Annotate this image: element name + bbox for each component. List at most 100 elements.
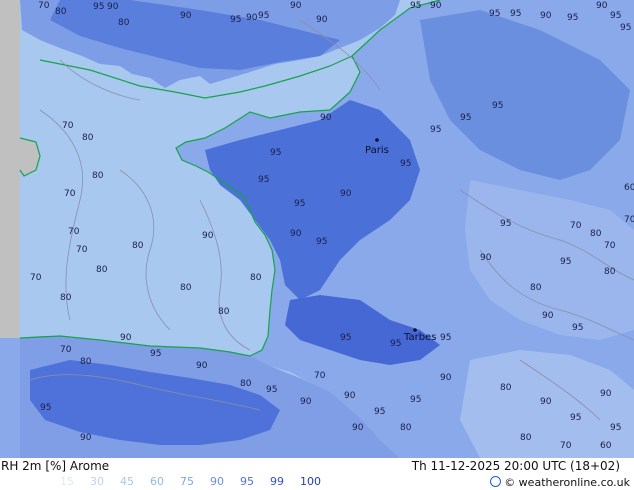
city-dot-paris <box>375 138 379 142</box>
contour-label: 95 <box>258 175 269 185</box>
contour-label: 95 <box>570 413 581 423</box>
contour-label: 80 <box>500 383 512 393</box>
contour-label: 90 <box>316 15 328 25</box>
contour-label: 95 <box>40 403 51 413</box>
map-footer: RH 2m [%] Arome Th 11-12-2025 20:00 UTC … <box>0 458 634 490</box>
contour-label: 70 <box>76 245 88 255</box>
contour-label: 90 <box>107 2 119 12</box>
legend-value-90: 90 <box>210 475 224 488</box>
contour-label: 95 <box>510 9 521 19</box>
site-credit-text: © weatheronline.co.uk <box>504 476 630 489</box>
contour-label: 70 <box>62 121 74 131</box>
contour-label: 95 <box>492 101 503 111</box>
legend-value-75: 75 <box>180 475 194 488</box>
contour-label: 95 <box>610 423 621 433</box>
contour-label: 95 <box>294 199 305 209</box>
valid-time: Th 11-12-2025 20:00 UTC (18+02) <box>411 459 620 473</box>
contour-label: 95 <box>567 13 578 23</box>
contour-label: 80 <box>82 133 94 143</box>
contour-label: 95 <box>460 113 471 123</box>
contour-label: 95 <box>390 339 401 349</box>
contour-label: 95 <box>150 349 161 359</box>
contour-label: 90 <box>340 189 352 199</box>
contour-label: 95 <box>440 333 451 343</box>
contour-label: 90 <box>344 391 356 401</box>
legend-value-99: 99 <box>270 475 284 488</box>
contour-label: 80 <box>118 18 130 28</box>
contour-label: 60 <box>600 441 612 451</box>
contour-label: 80 <box>60 293 72 303</box>
contour-label: 90 <box>542 311 554 321</box>
contour-label: 95 <box>410 1 421 11</box>
contour-label: 70 <box>64 189 76 199</box>
contour-label: 90 <box>196 361 208 371</box>
weather-map-page: 70 80 95 90 80 90 95 90 95 90 90 95 90 95 95 90 95 90 95 95… <box>0 0 634 490</box>
contour-label: 95 <box>230 15 241 25</box>
contour-label: 95 <box>374 407 385 417</box>
contour-label: 90 <box>80 433 92 443</box>
contour-label: 95 <box>93 2 104 12</box>
contour-label: 90 <box>290 1 302 11</box>
contour-label: 80 <box>530 283 542 293</box>
legend-value-60: 60 <box>150 475 164 488</box>
contour-label: 80 <box>218 307 230 317</box>
contour-label: 80 <box>180 283 192 293</box>
contour-label: 70 <box>38 1 50 11</box>
contour-label: 90 <box>120 333 132 343</box>
contour-label: 95 <box>410 395 421 405</box>
contour-label: 90 <box>352 423 364 433</box>
contour-label: 90 <box>600 389 612 399</box>
contour-label: 90 <box>430 1 442 11</box>
legend-value-15: 15 <box>60 475 74 488</box>
circle-copyright-icon <box>490 476 502 487</box>
contour-label: 90 <box>180 11 192 21</box>
contour-label: 70 <box>30 273 42 283</box>
contour-label: 90 <box>540 11 552 21</box>
contour-label: 60 <box>624 183 634 193</box>
contour-label: 90 <box>440 373 452 383</box>
contour-label: 95 <box>620 23 631 33</box>
contour-label: 90 <box>202 231 214 241</box>
contour-label: 95 <box>500 219 511 229</box>
site-credit[interactable]: © weatheronline.co.uk <box>490 475 630 489</box>
contour-label: 80 <box>400 423 412 433</box>
relative-humidity-map: 7080 95 908090 95 90 95909095 9095 95 90 95909595… <box>0 0 634 458</box>
contour-label: 80 <box>604 267 616 277</box>
contour-label: 95 <box>430 125 441 135</box>
contour-label: 95 <box>400 159 411 169</box>
contour-label: 70 <box>68 227 80 237</box>
contour-label: 80 <box>132 241 144 251</box>
legend-value-100: 100 <box>300 475 321 488</box>
legend-value-45: 45 <box>120 475 134 488</box>
color-legend: 15 30 45 60 75 90 95 99 100 <box>60 475 330 489</box>
city-label-tarbes: Tarbes <box>403 332 436 343</box>
contour-label: 80 <box>240 379 252 389</box>
contour-label: 90 <box>480 253 492 263</box>
contour-label: 95 <box>572 323 583 333</box>
contour-label: 90 <box>540 397 552 407</box>
contour-label: 95 <box>610 11 621 21</box>
contour-label: 80 <box>92 171 104 181</box>
legend-value-30: 30 <box>90 475 104 488</box>
contour-label: 70 <box>314 371 326 381</box>
map-title: RH 2m [%] Arome <box>1 459 110 473</box>
contour-label: 80 <box>80 357 92 367</box>
contour-label: 80 <box>520 433 532 443</box>
contour-label: 90 <box>300 397 312 407</box>
contour-label: 70 <box>624 215 634 225</box>
contour-label: 95 <box>340 333 351 343</box>
contour-label: 95 <box>316 237 327 247</box>
contour-label: 95 <box>489 9 500 19</box>
contour-label: 80 <box>250 273 262 283</box>
contour-label: 80 <box>55 7 67 17</box>
contour-label: 70 <box>570 221 582 231</box>
legend-value-95: 95 <box>240 475 254 488</box>
contour-label: 90 <box>290 229 302 239</box>
contour-label: 95 <box>270 148 281 158</box>
contour-label: 90 <box>246 13 258 23</box>
contour-label: 95 <box>258 11 269 21</box>
contour-label: 90 <box>596 1 608 11</box>
contour-label: 95 <box>560 257 571 267</box>
contour-label: 70 <box>60 345 72 355</box>
contour-label: 70 <box>560 441 572 451</box>
